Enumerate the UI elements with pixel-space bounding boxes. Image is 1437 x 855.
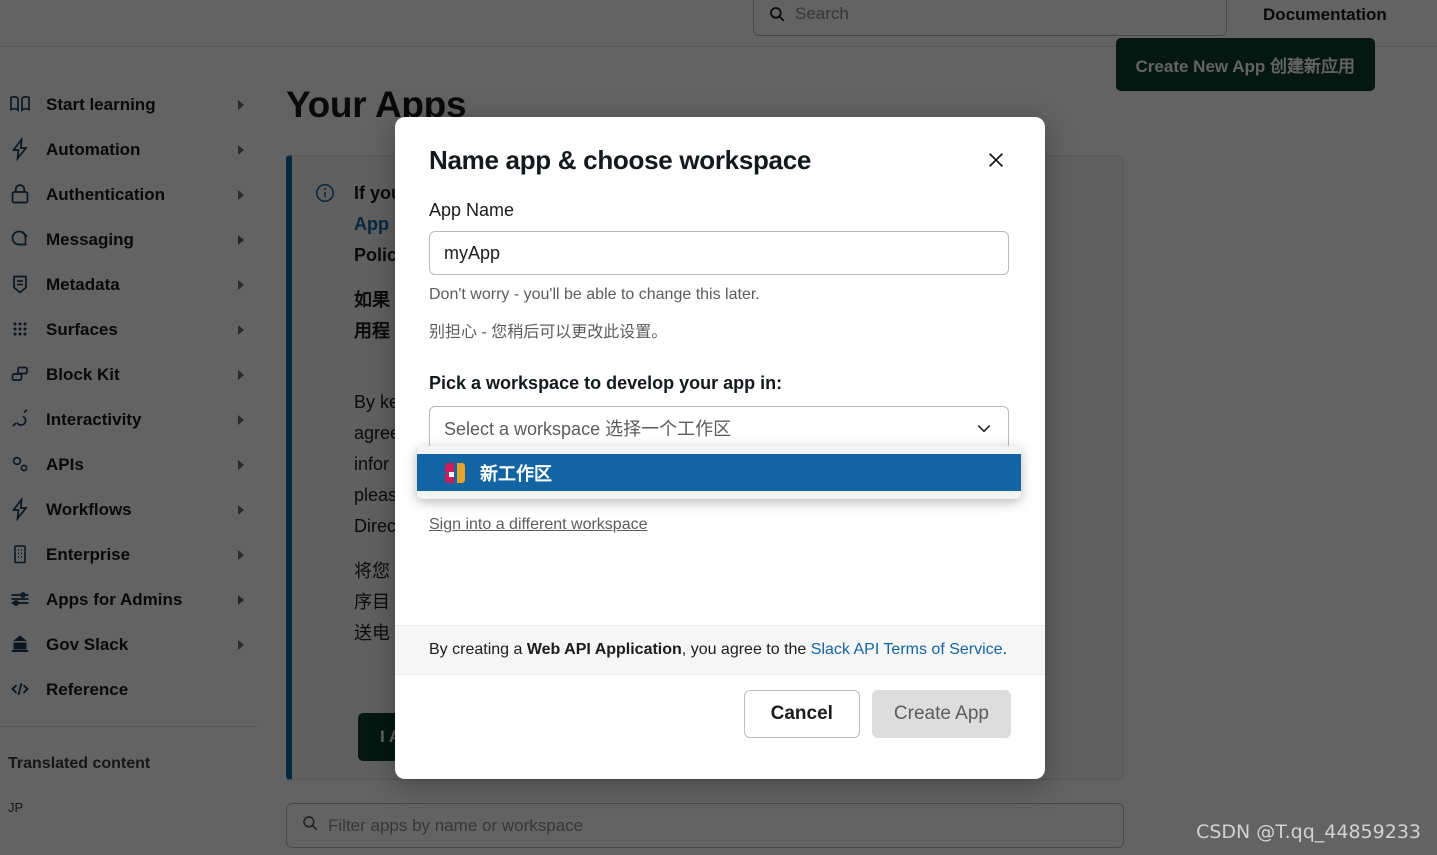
app-name-helper-zh: 别担心 - 您稍后可以更改此设置。 — [429, 324, 668, 341]
tos-middle: , you agree to the — [681, 641, 811, 658]
watermark: CSDN @T.qq_44859233 — [1196, 821, 1421, 843]
name-app-modal: Name app & choose workspace App Name Don… — [395, 117, 1045, 779]
modal-header: Name app & choose workspace — [395, 117, 1045, 176]
close-icon[interactable] — [981, 145, 1011, 175]
cancel-button[interactable]: Cancel — [743, 690, 860, 738]
workspace-dropdown: 新工作区 — [417, 446, 1021, 499]
modal-body: App Name Don't worry - you'll be able to… — [395, 176, 1045, 534]
workspace-select-value: Select a workspace 选择一个工作区 — [444, 419, 732, 439]
terms-of-service-bar: By creating a Web API Application, you a… — [395, 625, 1045, 675]
sign-into-different-workspace-link[interactable]: Sign into a different workspace — [429, 516, 648, 534]
modal-footer: Cancel Create App — [395, 675, 1045, 779]
app-name-input[interactable] — [429, 231, 1009, 275]
workspace-logo-icon — [443, 460, 467, 485]
workspace-select[interactable]: Select a workspace 选择一个工作区 — [429, 406, 1009, 450]
create-app-button[interactable]: Create App — [871, 690, 1011, 738]
tos-suffix: . — [1002, 641, 1008, 658]
tos-bold: Web API Application — [526, 641, 682, 658]
app-name-label: App Name — [429, 200, 515, 220]
workspace-option-label: 新工作区 — [480, 463, 552, 484]
workspace-section-label: Pick a workspace to develop your app in: — [429, 373, 783, 393]
tos-prefix: By creating a — [429, 641, 527, 658]
app-name-helper-en: Don't worry - you'll be able to change t… — [429, 286, 760, 303]
modal-title: Name app & choose workspace — [429, 145, 812, 175]
tos-link[interactable]: Slack API Terms of Service — [811, 641, 1003, 658]
chevron-down-icon — [974, 418, 994, 438]
workspace-option[interactable]: 新工作区 — [417, 454, 1021, 491]
workspace-select-wrap: Select a workspace 选择一个工作区 新工作区 — [417, 406, 1021, 499]
